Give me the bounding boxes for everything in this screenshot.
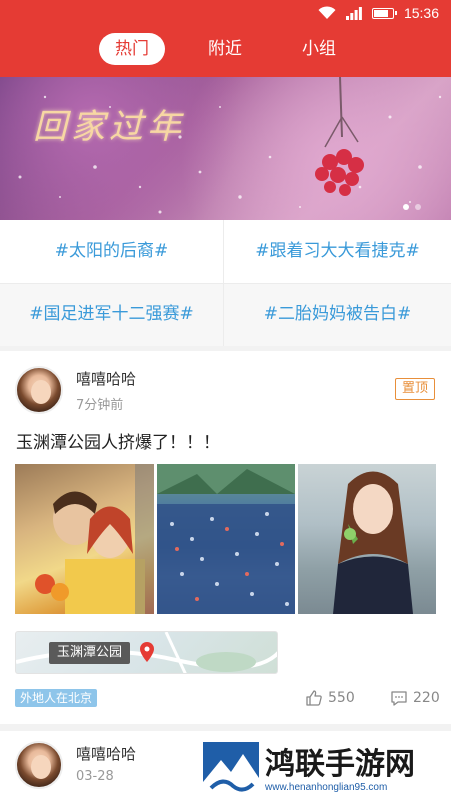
post-username[interactable]: 嘻嘻哈哈 (76, 743, 136, 764)
crowd-photo-illustration (157, 464, 295, 614)
post-text: 玉渊潭公园人挤爆了！！！ (16, 433, 220, 453)
pinned-badge: 置顶 (395, 378, 435, 400)
post-photo[interactable] (15, 464, 154, 614)
post-username[interactable]: 嘻嘻哈哈 (76, 368, 136, 389)
topic-item[interactable]: #国足进军十二强赛# (0, 283, 223, 346)
topic-item[interactable]: #太阳的后裔# (0, 220, 223, 283)
post-photo[interactable] (157, 464, 295, 614)
couple-photo-illustration (35, 464, 154, 614)
tab-groups[interactable]: 小组 (286, 33, 352, 65)
comment-icon (391, 691, 407, 706)
watermark-logo (203, 742, 259, 798)
topic-grid: #太阳的后裔# #跟着习大大看捷克# #国足进军十二强赛# #二胎妈妈被告白# (0, 220, 451, 346)
promo-banner[interactable]: 回家过年 (0, 77, 451, 220)
post-card[interactable]: 嘻嘻哈哈 7分钟前 置顶 玉渊潭公园人挤爆了！！！ 玉渊潭公园 外地人在北京 5… (0, 351, 451, 724)
post-time: 7分钟前 (76, 398, 124, 413)
status-bar: 15:36 (318, 3, 439, 23)
topic-item[interactable]: #跟着习大大看捷克# (224, 220, 451, 283)
like-button[interactable]: 550 (305, 689, 355, 707)
battery-icon (371, 7, 397, 19)
comment-button[interactable]: 220 (390, 689, 440, 707)
thumbs-up-icon (306, 690, 322, 706)
avatar[interactable] (15, 366, 63, 414)
avatar[interactable] (15, 741, 63, 789)
site-watermark: 鸿联手游网 www.henanhonglian95.com (203, 740, 451, 800)
group-tag[interactable]: 外地人在北京 (15, 689, 98, 707)
map-pin-icon (140, 642, 154, 662)
status-time: 15:36 (403, 5, 439, 21)
berry-branch-decoration (315, 77, 364, 196)
app-header: 15:36 热门 附近 小组 (0, 0, 451, 77)
watermark-url: www.henanhonglian95.com (265, 781, 388, 793)
tab-nearby[interactable]: 附近 (192, 33, 258, 65)
location-map[interactable]: 玉渊潭公园 (15, 631, 278, 674)
wifi-icon (318, 6, 336, 20)
banner-pager (403, 204, 421, 210)
portrait-photo-illustration (333, 471, 413, 614)
watermark-title: 鸿联手游网 (265, 746, 415, 782)
comment-count: 220 (413, 690, 440, 706)
banner-title: 回家过年 (33, 107, 185, 147)
post-time: 03-28 (76, 769, 114, 784)
location-label: 玉渊潭公园 (49, 642, 131, 664)
divider (0, 283, 451, 284)
topic-item[interactable]: #二胎妈妈被告白# (224, 283, 451, 346)
tab-hot[interactable]: 热门 (99, 33, 165, 65)
post-photo[interactable] (298, 464, 436, 614)
tab-bar: 热门 附近 小组 (0, 33, 451, 65)
signal-icon (345, 6, 362, 20)
like-count: 550 (328, 690, 355, 706)
